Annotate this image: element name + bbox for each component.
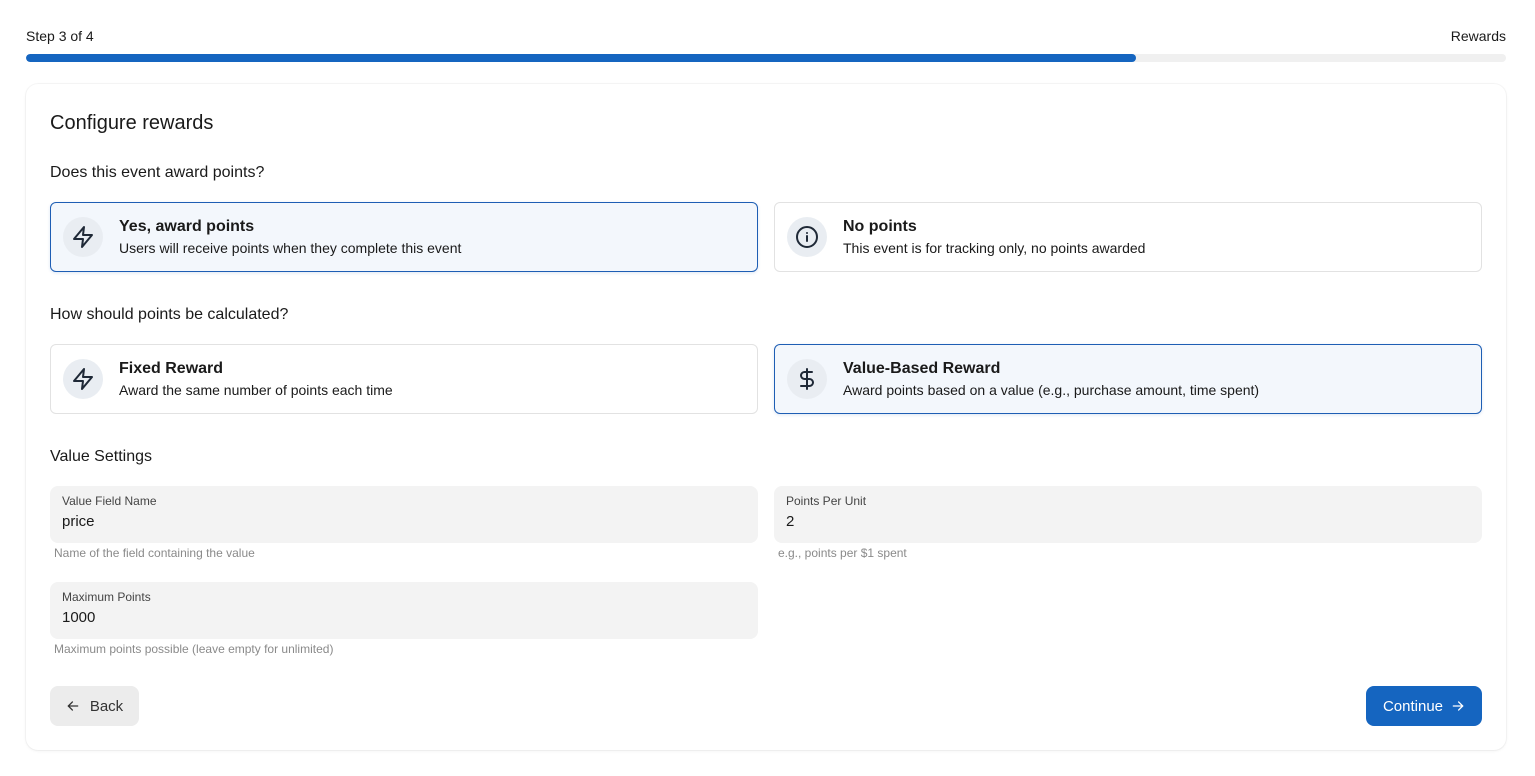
value-field-name-field: Value Field Name [50,486,758,543]
maximum-points-field: Maximum Points [50,582,758,639]
option-yes-award-points[interactable]: Yes, award points Users will receive poi… [50,202,758,272]
option-title: Yes, award points [119,217,255,235]
option-description: Award the same number of points each tim… [119,381,393,398]
helper-text: Name of the field containing the value [54,546,255,560]
field-label: Points Per Unit [786,494,867,508]
option-value-based-reward[interactable]: Value-Based Reward Award points based on… [774,344,1482,414]
option-description: This event is for tracking only, no poin… [843,239,1146,256]
page-title: Configure rewards [50,112,214,134]
step-counter: Step 3 of 4 [26,28,94,44]
award-question: Does this event award points? [50,164,265,181]
dollar-icon [787,359,827,399]
lightning-icon [63,359,103,399]
value-settings-title: Value Settings [50,448,152,465]
progress-fill [26,54,1136,62]
points-per-unit-input[interactable] [786,513,1470,530]
info-icon [787,217,827,257]
field-label: Maximum Points [62,590,151,604]
option-title: Value-Based Reward [843,359,1001,377]
back-button[interactable]: Back [50,686,139,726]
option-no-points[interactable]: No points This event is for tracking onl… [774,202,1482,272]
step-header: Step 3 of 4 Rewards [26,28,1506,44]
back-label: Back [89,697,124,715]
option-fixed-reward[interactable]: Fixed Reward Award the same number of po… [50,344,758,414]
option-title: Fixed Reward [119,359,224,377]
helper-text: e.g., points per $1 spent [778,546,907,560]
rewards-card: Configure rewards Does this event award … [26,84,1506,750]
helper-text: Maximum points possible (leave empty for… [54,642,334,656]
field-label: Value Field Name [62,494,157,508]
option-title: No points [843,217,917,235]
calculation-question: How should points be calculated? [50,306,289,323]
points-per-unit-field: Points Per Unit [774,486,1482,543]
maximum-points-input[interactable] [62,609,746,626]
progress-bar [26,54,1506,62]
option-description: Users will receive points when they comp… [119,239,462,256]
lightning-icon [63,217,103,257]
option-description: Award points based on a value (e.g., pur… [843,381,1260,398]
step-name: Rewards [1450,28,1506,44]
arrow-left-icon [67,701,79,711]
value-field-name-input[interactable] [62,513,746,530]
arrow-right-icon [1452,701,1464,711]
continue-label: Continue [1382,697,1444,715]
continue-button[interactable]: Continue [1366,686,1482,726]
